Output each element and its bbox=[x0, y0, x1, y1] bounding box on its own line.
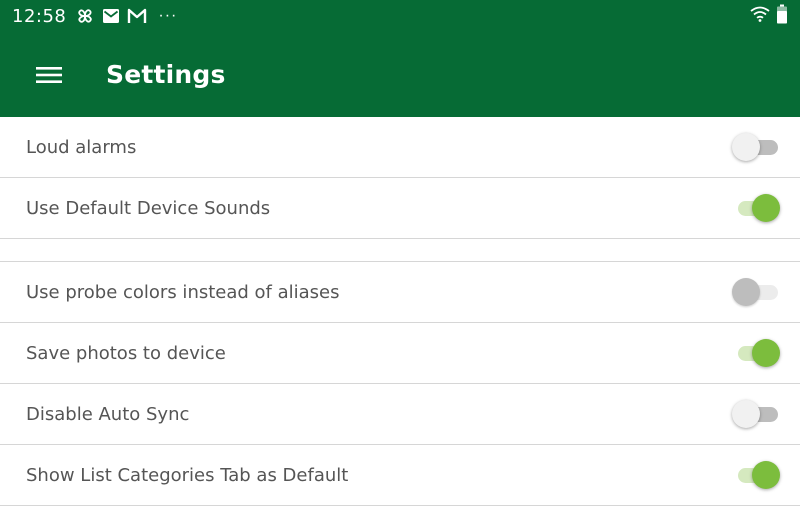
switch-thumb bbox=[752, 461, 780, 489]
setting-label: Loud alarms bbox=[26, 136, 137, 158]
setting-probe-colors[interactable]: Use probe colors instead of aliases bbox=[0, 262, 800, 323]
more-notifications-indicator: ··· bbox=[158, 7, 178, 24]
list-categories-default-switch[interactable] bbox=[732, 460, 782, 490]
page-title: Settings bbox=[106, 60, 226, 89]
status-right-group bbox=[750, 4, 788, 29]
save-photos-switch[interactable] bbox=[732, 338, 782, 368]
setting-label: Use probe colors instead of aliases bbox=[26, 281, 340, 303]
section-spacer bbox=[0, 239, 800, 262]
setting-label: Disable Auto Sync bbox=[26, 403, 190, 425]
app-bar: Settings bbox=[0, 32, 800, 117]
setting-label: Show List Categories Tab as Default bbox=[26, 464, 349, 486]
status-time: 12:58 bbox=[12, 5, 67, 27]
switch-thumb bbox=[732, 133, 760, 161]
status-bar: 12:58 ··· bbox=[0, 0, 800, 32]
wifi-icon bbox=[750, 6, 770, 27]
switch-thumb bbox=[732, 278, 760, 306]
setting-save-photos[interactable]: Save photos to device bbox=[0, 323, 800, 384]
pinwheel-icon bbox=[74, 5, 96, 27]
setting-default-device-sounds[interactable]: Use Default Device Sounds bbox=[0, 178, 800, 239]
switch-thumb bbox=[752, 194, 780, 222]
loud-alarms-switch[interactable] bbox=[732, 132, 782, 162]
default-device-sounds-switch[interactable] bbox=[732, 193, 782, 223]
setting-disable-auto-sync[interactable]: Disable Auto Sync bbox=[0, 384, 800, 445]
switch-thumb bbox=[732, 400, 760, 428]
setting-list-categories-default[interactable]: Show List Categories Tab as Default bbox=[0, 445, 800, 506]
email-icon bbox=[100, 5, 122, 27]
disable-auto-sync-switch[interactable] bbox=[732, 399, 782, 429]
settings-list: Loud alarms Use Default Device Sounds Us… bbox=[0, 117, 800, 506]
gmail-icon bbox=[126, 5, 148, 27]
setting-label: Use Default Device Sounds bbox=[26, 197, 271, 219]
setting-loud-alarms[interactable]: Loud alarms bbox=[0, 117, 800, 178]
setting-label: Save photos to device bbox=[26, 342, 226, 364]
probe-colors-switch[interactable] bbox=[732, 277, 782, 307]
battery-icon bbox=[776, 4, 788, 29]
hamburger-menu-icon[interactable] bbox=[24, 50, 74, 100]
switch-thumb bbox=[752, 339, 780, 367]
